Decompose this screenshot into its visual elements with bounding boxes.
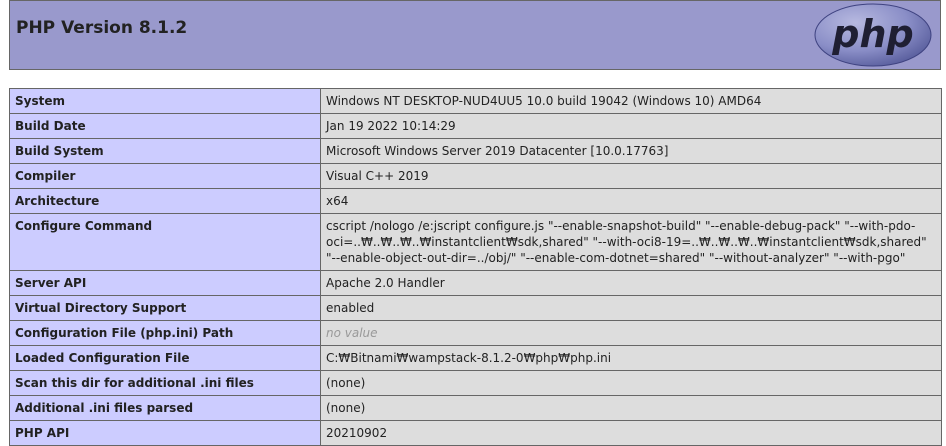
row-value: (none) bbox=[320, 370, 942, 396]
row-value: Microsoft Windows Server 2019 Datacenter… bbox=[320, 138, 942, 164]
table-row: Server API Apache 2.0 Handler bbox=[9, 270, 942, 296]
row-value: Windows NT DESKTOP-NUD4UU5 10.0 build 19… bbox=[320, 88, 942, 114]
table-row: Configure Command cscript /nologo /e:jsc… bbox=[9, 213, 942, 271]
row-value: 20210902 bbox=[320, 420, 942, 446]
table-row: Build System Microsoft Windows Server 20… bbox=[9, 138, 942, 164]
row-label: Configuration File (php.ini) Path bbox=[9, 320, 321, 346]
table-row: PHP API 20210902 bbox=[9, 420, 942, 446]
row-value: x64 bbox=[320, 188, 942, 214]
row-label: Server API bbox=[9, 270, 321, 296]
php-info-table: System Windows NT DESKTOP-NUD4UU5 10.0 b… bbox=[9, 88, 942, 446]
row-value: no value bbox=[320, 320, 942, 346]
row-value: Jan 19 2022 10:14:29 bbox=[320, 113, 942, 139]
row-value: Apache 2.0 Handler bbox=[320, 270, 942, 296]
table-row: Compiler Visual C++ 2019 bbox=[9, 163, 942, 189]
row-value: Visual C++ 2019 bbox=[320, 163, 942, 189]
row-value: enabled bbox=[320, 295, 942, 321]
row-label: Loaded Configuration File bbox=[9, 345, 321, 371]
table-row: Scan this dir for additional .ini files … bbox=[9, 370, 942, 396]
no-value-text: no value bbox=[326, 326, 378, 340]
table-row: Loaded Configuration File C:₩Bitnami₩wam… bbox=[9, 345, 942, 371]
row-label: Compiler bbox=[9, 163, 321, 189]
php-logo-text: php bbox=[831, 12, 913, 56]
row-label: Configure Command bbox=[9, 213, 321, 271]
table-row: Configuration File (php.ini) Path no val… bbox=[9, 320, 942, 346]
row-label: Additional .ini files parsed bbox=[9, 395, 321, 421]
table-row: System Windows NT DESKTOP-NUD4UU5 10.0 b… bbox=[9, 88, 942, 114]
php-version-header: PHP Version 8.1.2 php bbox=[9, 0, 941, 70]
php-logo[interactable]: php bbox=[814, 3, 932, 67]
table-row: Additional .ini files parsed (none) bbox=[9, 395, 942, 421]
row-label: Scan this dir for additional .ini files bbox=[9, 370, 321, 396]
row-label: System bbox=[9, 88, 321, 114]
row-label: Build System bbox=[9, 138, 321, 164]
row-label: Architecture bbox=[9, 188, 321, 214]
table-row: Build Date Jan 19 2022 10:14:29 bbox=[9, 113, 942, 139]
row-value: C:₩Bitnami₩wampstack-8.1.2-0₩php₩php.ini bbox=[320, 345, 942, 371]
row-label: Virtual Directory Support bbox=[9, 295, 321, 321]
row-label: PHP API bbox=[9, 420, 321, 446]
row-label: Build Date bbox=[9, 113, 321, 139]
table-row: Architecture x64 bbox=[9, 188, 942, 214]
row-value: cscript /nologo /e:jscript configure.js … bbox=[320, 213, 942, 271]
row-value: (none) bbox=[320, 395, 942, 421]
page-title: PHP Version 8.1.2 bbox=[16, 18, 188, 38]
table-row: Virtual Directory Support enabled bbox=[9, 295, 942, 321]
